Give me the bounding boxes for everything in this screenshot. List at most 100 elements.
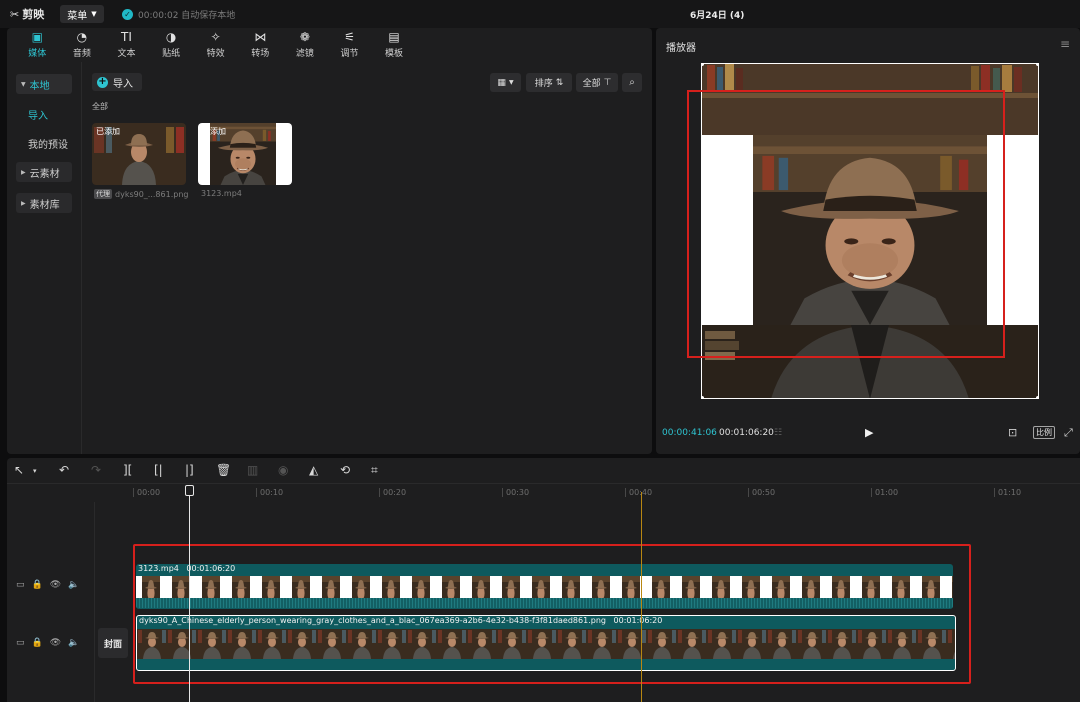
import-label: 导入 [113,78,133,90]
tick-label: 00:20 [383,488,407,497]
track-video-icon[interactable]: ▭ [16,638,25,648]
title-bar: ✂ 剪映 菜单 ▼ ✓ 00:00:02 自动保存本地 6月24日 (4) [0,0,1080,28]
ratio-label: 比例 [1036,428,1052,437]
audio-icon: ◔ [76,30,88,44]
app-name: 剪映 [22,8,45,21]
menu-button[interactable]: 菜单 ▼ [60,5,104,23]
media-icon: ▣ [31,30,43,44]
marker-line [641,492,642,702]
tick-label: 00:30 [506,488,530,497]
tab-label: 滤镜 [295,49,314,59]
import-button[interactable]: + 导入 [92,73,142,91]
timecode-mode-icon[interactable]: ☷ [774,428,782,438]
tab-audio[interactable]: ◔ 音频 [60,28,105,62]
tab-template[interactable]: ▤ 模板 [372,28,417,62]
tab-text[interactable]: TI 文本 [104,28,149,62]
filter-button[interactable]: 全部 ⊤ [576,73,618,92]
tab-label: 调节 [340,49,359,59]
tab-label: 音频 [72,49,91,59]
filter-icon: ⊤ [603,77,612,88]
tick-mark [625,488,626,497]
media-item-mp4[interactable]: 已添加 01 [198,123,292,185]
added-badge: 已添加 [202,127,226,136]
fit-screen-icon[interactable]: ⊡ [1008,426,1017,439]
track-headers: ▭ 🔒 👁 🔈 ▭ 🔒 👁 🔈 [7,502,95,702]
lock-icon[interactable]: 🔒 [32,580,43,590]
playhead[interactable] [189,490,190,702]
filename-text: 3123.mp4 [201,189,242,198]
caret-down-icon: ▼ [21,80,26,88]
filename-text: dyks90_...861.png [115,189,189,199]
tick-mark [256,488,257,497]
media-filename: 代理 dyks90_...861.png [94,189,188,199]
sidebar-item-local[interactable]: ▼ 本地 [16,74,72,94]
duration-label: 01 [277,126,288,135]
reverse-play-icon[interactable]: ◉ [278,463,288,477]
redo-icon[interactable]: ↷ [91,463,101,477]
grid-view-icon: ▦ [497,77,506,88]
plus-icon: + [97,75,108,88]
adjust-icon: ⚟ [344,30,355,44]
tick-mark [748,488,749,497]
check-circle-icon: ✓ [122,9,133,20]
tab-filter[interactable]: ❁ 滤镜 [283,28,328,62]
media-item-png[interactable]: 已添加 [92,123,186,185]
tick-label: 00:10 [260,488,284,497]
sidebar-label: 云素材 [29,168,60,180]
split-icon[interactable]: ][ [123,463,132,477]
tab-media[interactable]: ▣ 媒体 [15,28,60,62]
sidebar-item-library[interactable]: ▶ 素材库 [16,193,72,213]
undo-icon[interactable]: ↶ [59,463,69,477]
search-button[interactable]: ⌕ [622,73,642,92]
cover-label: 封面 [103,639,122,650]
mirror-icon[interactable]: ◭ [309,463,318,477]
play-icon[interactable]: ▶ [865,426,873,439]
rotate-icon[interactable]: ⟲ [340,463,350,477]
delete-icon[interactable]: 🗑 [216,463,231,477]
sidebar-item-my-presets[interactable]: 我的预设 [16,133,72,153]
playhead-handle[interactable] [185,485,194,496]
total-time: 00:01:06:20 [719,428,774,438]
tab-transition[interactable]: ⋈ 转场 [238,28,283,62]
sort-label: 排序 [534,79,553,89]
tab-adjust[interactable]: ⚟ 调节 [327,28,372,62]
select-pointer-icon[interactable]: ↖ [14,463,24,477]
player-title: 播放器 [666,43,696,54]
search-icon: ⌕ [629,77,635,88]
track-video-icon[interactable]: ▭ [16,580,25,590]
template-icon: ▤ [388,30,400,44]
split-right-icon[interactable]: |] [185,463,194,477]
autosave-text: 00:00:02 自动保存本地 [138,11,236,21]
tab-effects[interactable]: ✧ 特效 [193,28,238,62]
highlight-box [133,544,971,684]
capcut-logo-icon: ✂ [10,7,20,21]
eye-icon[interactable]: 👁 [50,638,61,648]
tick-label: 01:10 [998,488,1022,497]
sidebar-label: 素材库 [29,199,60,211]
menu-icon[interactable]: ≡ [1060,37,1070,51]
tab-label: 模板 [385,49,404,59]
sidebar-item-cloud[interactable]: ▶ 云素材 [16,162,72,182]
crop-icon[interactable]: ⌗ [371,463,378,478]
sidebar-item-import[interactable]: 导入 [16,104,72,124]
chevron-down-icon: ▼ [91,10,97,18]
sidebar-label: 导入 [28,110,48,122]
chevron-down-icon[interactable]: ▾ [33,467,37,475]
lock-icon[interactable]: 🔒 [32,638,43,648]
fullscreen-icon[interactable]: ⤢ [1064,426,1073,440]
tab-label: 贴纸 [162,49,181,59]
split-left-icon[interactable]: [| [154,463,163,477]
speaker-icon[interactable]: 🔈 [68,638,79,648]
tab-label: 媒体 [28,49,47,59]
current-time: 00:00:41:06 [662,428,717,438]
cover-button[interactable]: 封面 [98,628,128,658]
ratio-button[interactable]: 比例 [1033,426,1055,439]
app-logo: ✂ 剪映 [10,6,44,22]
speaker-icon[interactable]: 🔈 [68,580,79,590]
tab-sticker[interactable]: ◑ 贴纸 [149,28,194,62]
timeline-ruler[interactable]: 00:00 00:10 00:20 00:30 00:40 00:50 01:0… [95,484,1080,502]
sort-button[interactable]: 排序 ⇅ [526,73,572,92]
eye-icon[interactable]: 👁 [50,580,61,590]
view-mode-button[interactable]: ▦ ▼ [490,73,521,92]
freeze-frame-icon[interactable]: ▥ [247,463,258,477]
